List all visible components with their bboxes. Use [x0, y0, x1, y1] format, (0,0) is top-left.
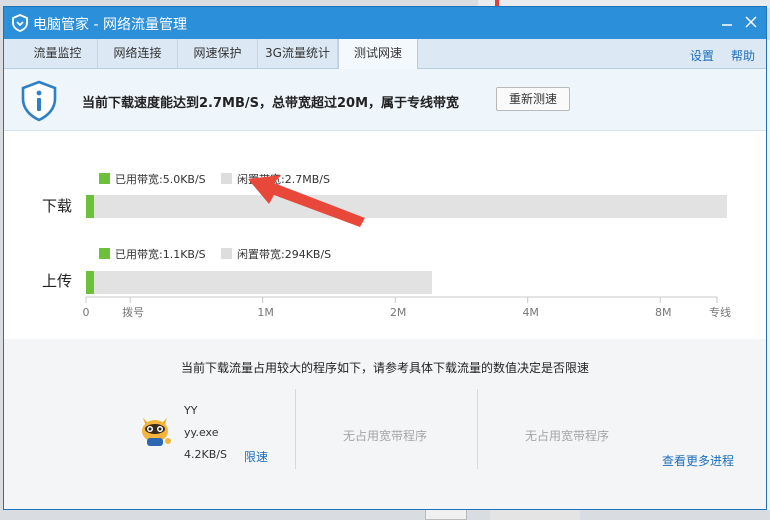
program-exe: yy.exe [184, 426, 219, 439]
speed-chart-svg: 已用带宽:5.0KB/S 闲置带宽:2.7MB/S 下载 已用带宽:1.1KB/… [42, 172, 731, 319]
upload-idle-bar [86, 271, 432, 294]
upload-used-bar [86, 271, 94, 294]
download-used-legend-swatch [99, 173, 110, 184]
tab-3g-statistics[interactable]: 3G流量统计 [258, 39, 338, 68]
upload-idle-legend: 闲置带宽:294KB/S [237, 247, 331, 261]
shield-info-icon [21, 80, 57, 122]
close-button[interactable] [740, 12, 762, 34]
program-slot-divider [477, 389, 478, 469]
view-more-processes-link[interactable]: 查看更多进程 [662, 452, 734, 469]
download-idle-bar [86, 195, 727, 218]
content-area: 当前下载速度能达到2.7MB/S，总带宽超过20M，属于专线带宽 重新测速 已用… [4, 69, 766, 509]
result-banner: 当前下载速度能达到2.7MB/S，总带宽超过20M，属于专线带宽 重新测速 [4, 69, 766, 131]
settings-link[interactable]: 设置 [690, 47, 714, 64]
program-speed: 4.2KB/S [184, 448, 227, 461]
window-title: 电脑管家 - 网络流量管理 [33, 17, 187, 33]
speed-axis-ticks: 0 拨号 1M 2M 4M 8M 专线 [83, 297, 731, 319]
upload-label: 上传 [42, 272, 72, 290]
minimize-icon [722, 24, 732, 26]
speed-chart: 已用带宽:5.0KB/S 闲置带宽:2.7MB/S 下载 已用带宽:1.1KB/… [4, 131, 766, 339]
axis-tick-label: 拨号 [122, 305, 144, 319]
tab-speed-protection[interactable]: 网速保护 [178, 39, 258, 68]
download-used-legend: 已用带宽:5.0KB/S [115, 172, 206, 186]
axis-tick-label: 2M [390, 306, 407, 319]
axis-tick-label: 8M [655, 306, 672, 319]
axis-tick-label: 0 [83, 306, 90, 319]
tab-bar: 流量监控 网络连接 网速保护 3G流量统计 测试网速 设置 帮助 [4, 39, 766, 69]
shield-logo-icon [12, 14, 28, 32]
upload-used-legend-swatch [99, 248, 110, 259]
programs-title: 当前下载流量占用较大的程序如下，请参考具体下载流量的数值决定是否限速 [180, 361, 589, 375]
tab-network-connections[interactable]: 网络连接 [98, 39, 178, 68]
empty-program-slot: 无占用宽带程序 [343, 429, 428, 443]
upload-used-legend: 已用带宽:1.1KB/S [115, 247, 206, 261]
traffic-manager-window: 电脑管家 - 网络流量管理 流量监控 网络连接 网速保护 3G流量统计 测试网速… [3, 6, 767, 510]
empty-program-slot: 无占用宽带程序 [525, 429, 610, 443]
download-label: 下载 [42, 197, 72, 215]
tab-traffic-monitor[interactable]: 流量监控 [18, 39, 98, 68]
axis-tick-label: 1M [257, 306, 274, 319]
yy-raccoon-icon [142, 418, 171, 446]
download-used-bar [86, 195, 94, 218]
title-bar[interactable]: 电脑管家 - 网络流量管理 [4, 7, 766, 39]
limit-speed-link[interactable]: 限速 [244, 448, 268, 465]
speed-result-headline: 当前下载速度能达到2.7MB/S，总带宽超过20M，属于专线带宽 [82, 96, 460, 111]
programs-panel: 当前下载流量占用较大的程序如下，请参考具体下载流量的数值决定是否限速 YY yy… [4, 339, 766, 509]
program-name: YY [184, 404, 198, 417]
help-link[interactable]: 帮助 [731, 47, 755, 64]
program-slot-divider [295, 389, 296, 469]
close-icon [745, 16, 757, 28]
upload-idle-legend-swatch [221, 248, 232, 259]
minimize-button[interactable] [716, 12, 738, 34]
retest-button[interactable]: 重新测速 [496, 87, 570, 111]
tab-speed-test[interactable]: 测试网速 [338, 39, 418, 69]
axis-tick-label: 4M [522, 306, 539, 319]
download-idle-legend-swatch [221, 173, 232, 184]
axis-tick-label: 专线 [709, 305, 731, 319]
